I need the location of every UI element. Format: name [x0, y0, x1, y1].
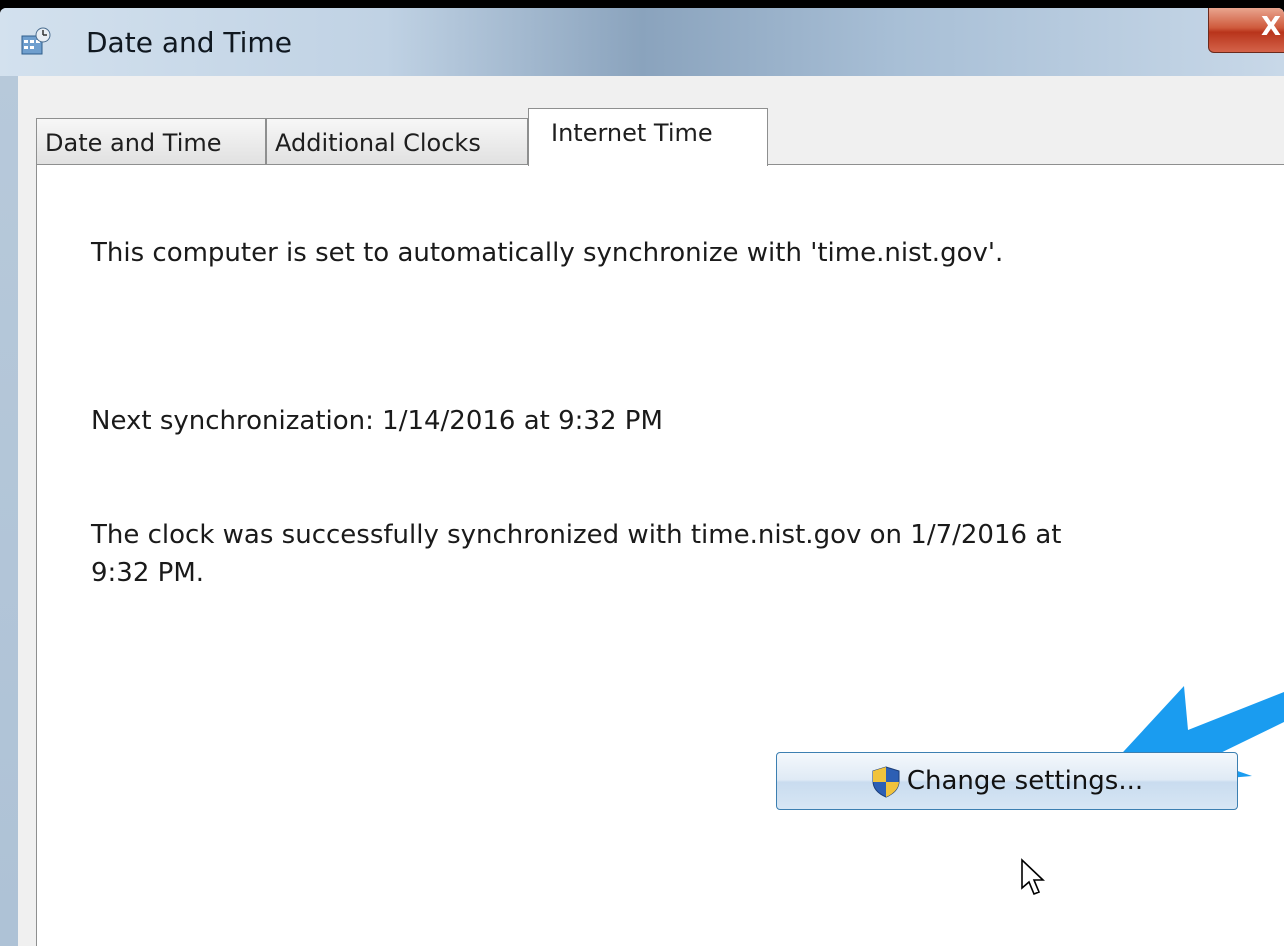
tab-additional-clocks[interactable]: Additional Clocks — [266, 118, 528, 164]
title-bar[interactable]: Date and Time X — [0, 8, 1284, 76]
dialog-client-area: Date and Time Additional Clocks Internet… — [18, 76, 1284, 946]
tab-date-and-time[interactable]: Date and Time — [36, 118, 266, 164]
sync-setting-text: This computer is set to automatically sy… — [91, 238, 1004, 268]
close-button[interactable]: X — [1208, 8, 1284, 53]
date-and-time-window: Date and Time X Date and Time Additional… — [0, 8, 1284, 946]
next-sync-text: Next synchronization: 1/14/2016 at 9:32 … — [91, 406, 663, 436]
close-icon: X — [1261, 12, 1282, 42]
last-sync-text-line2: 9:32 PM. — [91, 558, 205, 588]
internet-time-panel: This computer is set to automatically sy… — [36, 164, 1284, 946]
change-settings-button[interactable]: Change settings... — [776, 752, 1238, 810]
tab-internet-time[interactable]: Internet Time — [528, 108, 768, 166]
change-settings-label: Change settings... — [906, 766, 1144, 796]
last-sync-text-line1: The clock was successfully synchronized … — [91, 520, 1062, 550]
date-time-control-panel-icon — [21, 27, 51, 55]
mouse-pointer-icon — [1021, 858, 1045, 896]
window-title: Date and Time — [86, 26, 292, 59]
uac-shield-icon — [872, 765, 900, 798]
tab-label: Date and Time — [45, 129, 222, 157]
tab-label: Additional Clocks — [275, 129, 481, 157]
tab-label: Internet Time — [551, 119, 713, 147]
